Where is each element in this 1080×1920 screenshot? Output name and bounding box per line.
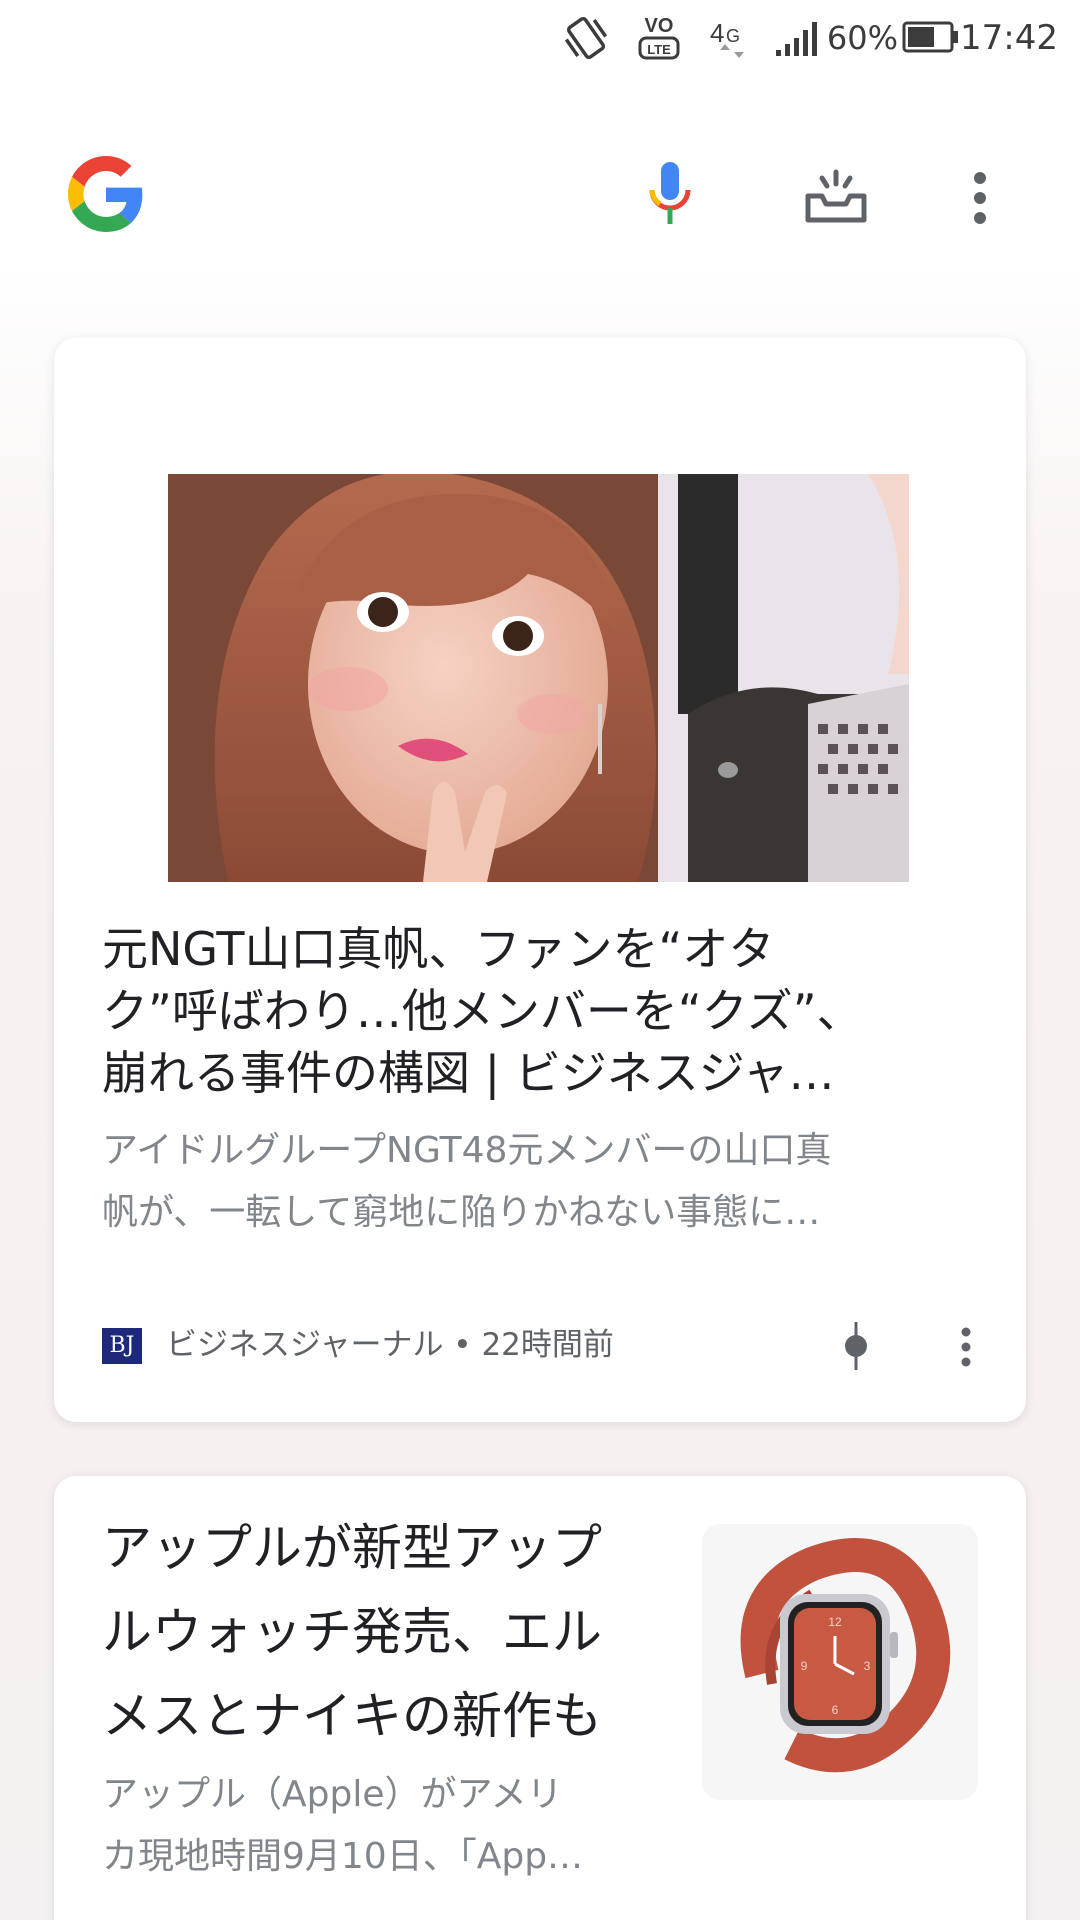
article-snippet-line: 帆が、一転して窮地に陥りかねない事態に…: [102, 1192, 821, 1233]
svg-text:LTE: LTE: [647, 42, 671, 57]
article-title-line: ルウォッチ発売、エル: [102, 1603, 602, 1661]
hero-photo: [168, 474, 909, 882]
svg-text:4: 4: [710, 18, 724, 48]
publisher-logo: BJ: [102, 1328, 142, 1364]
article-snippet-line: アイドルグループNGT48元メンバーの山口真: [102, 1130, 832, 1171]
article-title-line: ク”呼ばわり…他メンバーを“クズ”、: [102, 984, 863, 1038]
news-card[interactable]: アップルが新型アップ ルウォッチ発売、エル メスとナイキの新作も アップル（Ap…: [54, 1476, 1026, 1920]
article-more-icon[interactable]: [958, 1326, 974, 1368]
google-discover-screen: VO LTE 4 G 60% 17:42 元NGT山口真帆、ファンを“オタ ク”…: [0, 0, 1080, 1920]
status-bar: VO LTE 4 G 60% 17:42: [0, 0, 1080, 76]
news-card[interactable]: 元NGT山口真帆、ファンを“オタ ク”呼ばわり…他メンバーを“クズ”、 崩れる事…: [54, 338, 1026, 1422]
signal-strength-icon: [776, 22, 817, 56]
battery-icon: [902, 21, 958, 53]
vibrate-icon: [564, 16, 608, 60]
svg-text:G: G: [726, 26, 740, 46]
svg-text:12: 12: [828, 1615, 842, 1629]
mic-icon[interactable]: [646, 160, 694, 232]
status-time: 17:42: [960, 18, 1058, 58]
publisher-and-time: ビジネスジャーナル • 22時間前: [166, 1327, 614, 1363]
interest-control-icon[interactable]: [842, 1320, 870, 1372]
more-vert-icon[interactable]: [970, 170, 990, 226]
svg-text:VO: VO: [645, 15, 674, 37]
google-logo[interactable]: [68, 156, 144, 232]
article-title-line: メスとナイキの新作も: [102, 1687, 602, 1745]
article-snippet-line: アップル（Apple）がアメリ: [102, 1774, 563, 1815]
article-title-line: 元NGT山口真帆、ファンを“オタ: [102, 922, 775, 976]
article-source-row: BJ ビジネスジャーナル • 22時間前: [102, 1320, 982, 1370]
article-snippet-line: カ現地時間9月10日、「App…: [102, 1836, 584, 1877]
article-title[interactable]: 元NGT山口真帆、ファンを“オタ ク”呼ばわり…他メンバーを“クズ”、 崩れる事…: [102, 918, 863, 1104]
article-title-line: 崩れる事件の構図 | ビジネスジャ…: [102, 1046, 835, 1100]
article-snippet: アップル（Apple）がアメリ カ現地時間9月10日、「App…: [102, 1764, 583, 1888]
article-snippet: アイドルグループNGT48元メンバーの山口真 帆が、一転して窮地に陥りかねない事…: [102, 1120, 831, 1244]
svg-text:3: 3: [864, 1659, 871, 1673]
battery-percent: 60%: [826, 19, 898, 57]
article-thumbnail[interactable]: 12 6 9 3: [702, 1524, 978, 1800]
apple-watch-image: 12 6 9 3: [740, 1538, 951, 1773]
svg-text:9: 9: [801, 1659, 808, 1673]
network-4g-icon: 4 G: [710, 18, 744, 58]
svg-text:6: 6: [832, 1703, 839, 1717]
article-title[interactable]: アップルが新型アップ ルウォッチ発売、エル メスとナイキの新作も: [102, 1506, 602, 1758]
updates-tray-icon[interactable]: [804, 168, 868, 226]
article-hero-image[interactable]: [168, 474, 909, 882]
article-title-line: アップルが新型アップ: [102, 1519, 602, 1577]
volte-icon: VO LTE: [638, 15, 680, 60]
